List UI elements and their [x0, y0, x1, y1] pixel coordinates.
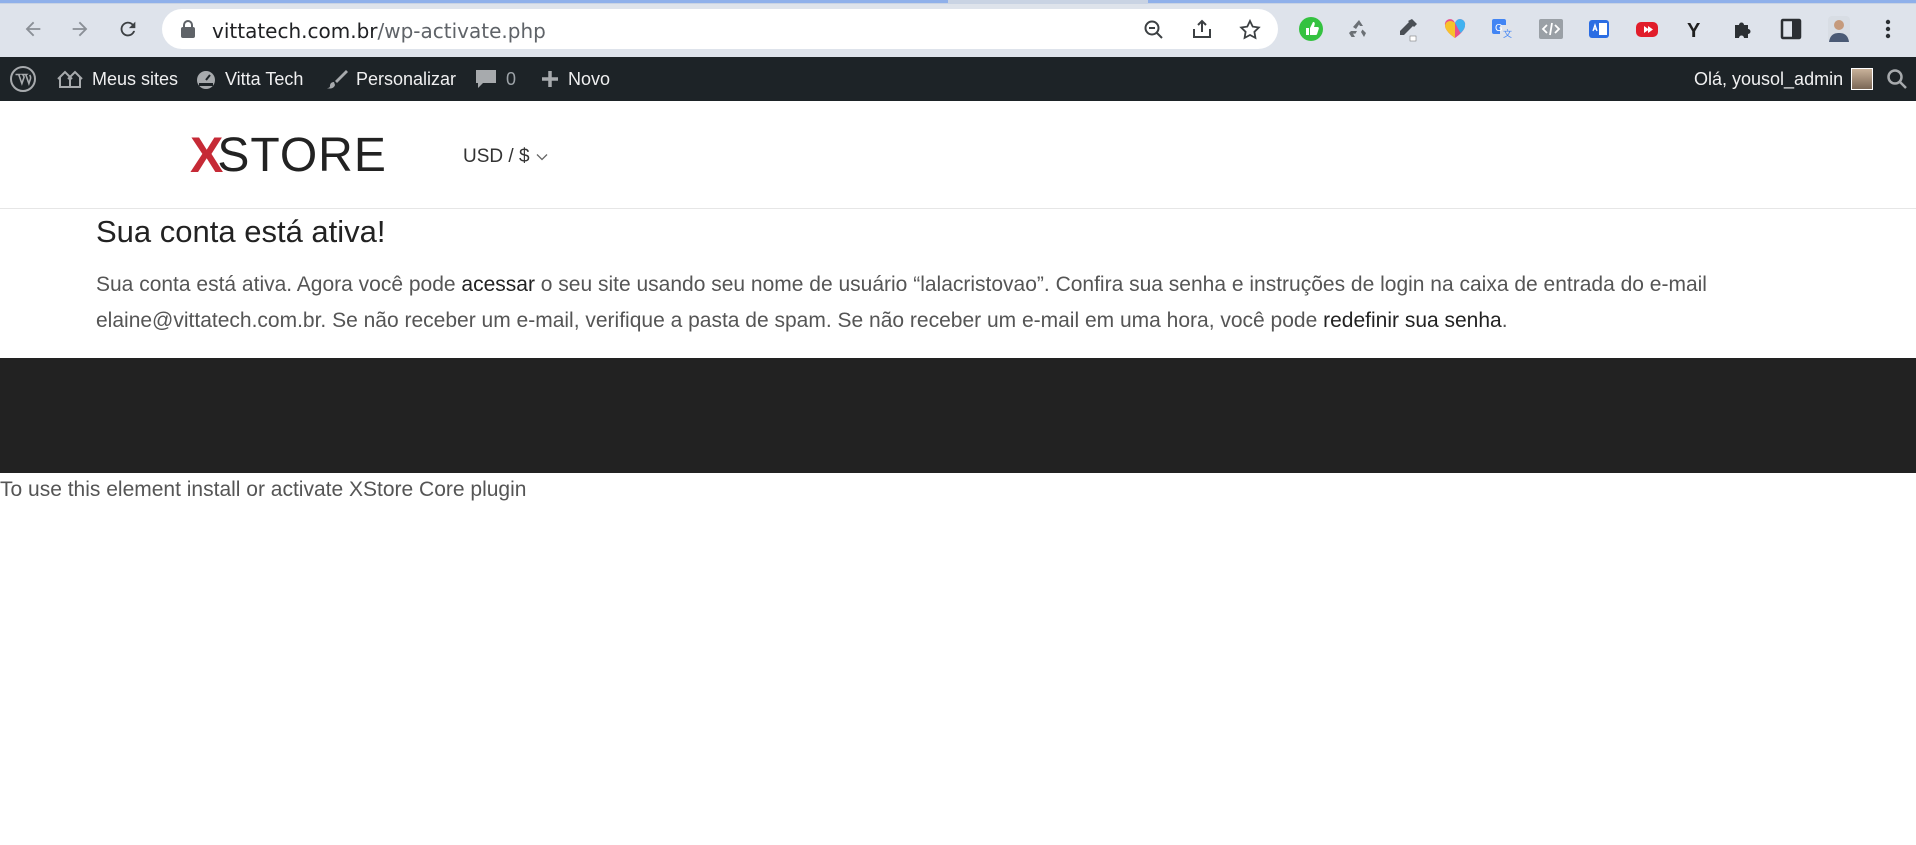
plus-icon: [542, 71, 558, 87]
eyedropper-icon[interactable]: [1393, 15, 1421, 43]
arrow-left-icon: [25, 21, 41, 37]
translate-icon[interactable]: G文: [1489, 15, 1517, 43]
back-button[interactable]: [16, 12, 50, 46]
heart-icon[interactable]: [1441, 15, 1469, 43]
message-part-3: .: [1501, 309, 1508, 332]
reload-button[interactable]: [111, 12, 145, 46]
plugin-notice: To use this element install or activate …: [0, 478, 527, 501]
new-label: Novo: [568, 68, 611, 89]
chevron-down-icon: [536, 154, 547, 161]
loading-bar: [0, 0, 948, 3]
site-name-label: Vitta Tech: [225, 68, 304, 89]
wp-admin-bar: Meus sites Vitta Tech Personalizar 0 Nov…: [0, 57, 1916, 101]
paintbrush-icon: [327, 70, 348, 89]
comment-bubble-icon: [476, 70, 496, 88]
site-header: X STORE USD / $: [0, 101, 1916, 209]
page-title: Sua conta está ativa!: [96, 214, 386, 249]
message-part-1: Sua conta está ativa. Agora você pode: [96, 273, 462, 296]
youtube-icon[interactable]: [1633, 15, 1661, 43]
reload-icon: [120, 21, 136, 37]
url-host: vittatech.com.br: [212, 19, 378, 43]
y-icon[interactable]: Y: [1681, 15, 1709, 43]
url-path: /wp-activate.php: [377, 19, 546, 43]
url-text: vittatech.com.br/wp-activate.php: [212, 19, 546, 43]
activation-message: Sua conta está ativa. Agora você pode ac…: [96, 267, 1836, 339]
bookmark-star-icon[interactable]: [1238, 18, 1262, 42]
kebab-menu-icon[interactable]: [1874, 15, 1902, 43]
search-icon: [1887, 69, 1907, 89]
admin-search-button[interactable]: [1886, 57, 1908, 101]
new-content-menu[interactable]: Novo: [540, 57, 610, 101]
translate-alt-icon[interactable]: [1585, 15, 1613, 43]
svg-text:G: G: [1495, 23, 1503, 34]
loading-bar-secondary: [1148, 0, 1916, 3]
sidepanel-icon[interactable]: [1777, 15, 1805, 43]
logo-text: STORE: [217, 128, 387, 182]
site-footer: [0, 358, 1916, 473]
comments-count: 0: [506, 68, 517, 89]
my-sites-icon: [57, 70, 83, 88]
address-bar[interactable]: vittatech.com.br/wp-activate.php: [162, 9, 1278, 49]
customize-link[interactable]: Personalizar: [326, 57, 456, 101]
customize-label: Personalizar: [356, 68, 457, 89]
reset-password-link[interactable]: redefinir sua senha: [1323, 309, 1502, 332]
my-sites-menu[interactable]: Meus sites: [56, 57, 178, 101]
activation-content: Sua conta está ativa! Sua conta está ati…: [96, 213, 1836, 339]
zoom-out-icon[interactable]: [1142, 18, 1166, 42]
currency-label: USD / $: [463, 146, 530, 167]
site-logo[interactable]: X STORE: [190, 127, 387, 183]
dashboard-gauge-icon: [197, 71, 215, 89]
currency-switcher[interactable]: USD / $: [463, 146, 548, 168]
comments-link[interactable]: 0: [474, 57, 516, 101]
recycle-icon[interactable]: [1345, 15, 1373, 43]
share-icon[interactable]: [1190, 18, 1214, 42]
puzzle-icon[interactable]: [1729, 15, 1757, 43]
logo-x: X: [190, 127, 223, 183]
code-icon[interactable]: [1537, 15, 1565, 43]
forward-button[interactable]: [63, 12, 97, 46]
wordpress-logo-icon: [10, 66, 36, 92]
profile-avatar[interactable]: [1825, 15, 1853, 43]
svg-text:Y: Y: [1687, 20, 1701, 42]
site-name-menu[interactable]: Vitta Tech: [195, 57, 303, 101]
arrow-right-icon: [72, 21, 88, 37]
green-thumb-icon[interactable]: [1297, 15, 1325, 43]
my-sites-label: Meus sites: [92, 68, 179, 89]
tab-strip: [0, 0, 1916, 4]
greeting-label: Olá, yousol_admin: [1694, 68, 1844, 89]
svg-text:文: 文: [1503, 28, 1512, 39]
wordpress-logo-button[interactable]: [9, 57, 37, 101]
user-avatar: [1851, 68, 1874, 90]
lock-icon: [181, 20, 195, 38]
browser-chrome: vittatech.com.br/wp-activate.php G文 Y: [0, 0, 1916, 57]
login-link[interactable]: acessar: [461, 273, 535, 296]
account-menu[interactable]: Olá, yousol_admin: [1694, 57, 1874, 101]
